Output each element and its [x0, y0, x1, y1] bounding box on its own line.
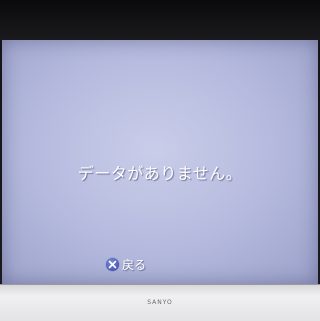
- tv-screen: データがありません。 戻る: [2, 40, 318, 284]
- back-button[interactable]: 戻る: [106, 256, 146, 272]
- cross-button-icon: [106, 257, 119, 271]
- tv-top-bezel: [0, 0, 320, 40]
- tv-frame: データがありません。 戻る SANYO: [0, 0, 320, 321]
- tv-bottom-bezel: SANYO: [0, 284, 320, 321]
- back-label: 戻る: [122, 257, 147, 272]
- no-data-message: データがありません。: [77, 164, 243, 183]
- tv-brand-logo: SANYO: [147, 299, 173, 306]
